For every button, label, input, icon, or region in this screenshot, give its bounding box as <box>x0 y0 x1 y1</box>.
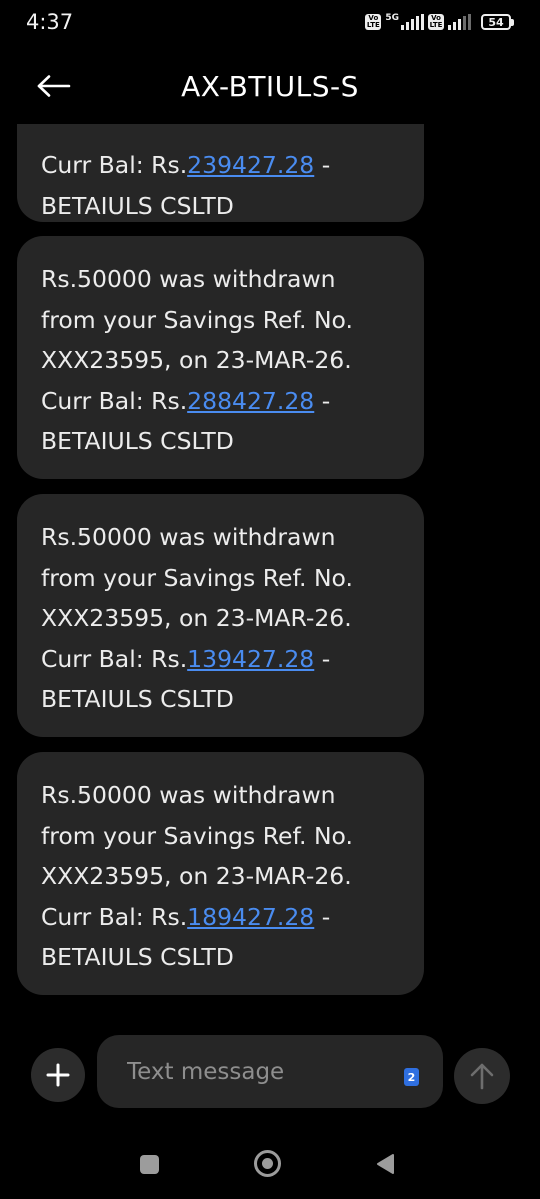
balance-link[interactable]: 139427.28 <box>187 645 314 673</box>
battery-level: 54 <box>481 14 511 30</box>
balance-line: Curr Bal: Rs.189427.28 - <box>41 902 331 931</box>
message-list[interactable]: Curr Bal: Rs.239427.28 - BETAIULS CSLTD … <box>0 124 540 1024</box>
message-line: from your Savings Ref. No. <box>41 305 353 334</box>
message-line: Rs.50000 was withdrawn <box>41 265 336 293</box>
message-bubble[interactable]: Curr Bal: Rs.239427.28 - BETAIULS CSLTD <box>17 124 424 222</box>
message-line: XXX23595, on 23-MAR-26. <box>41 346 352 374</box>
conversation-header: AX-BTIULS-S <box>0 50 540 124</box>
balance-link[interactable]: 288427.28 <box>187 387 314 415</box>
message-bubble[interactable]: Rs.50000 was withdrawn from your Savings… <box>17 752 424 995</box>
message-line: XXX23595, on 23-MAR-26. <box>41 604 352 632</box>
balance-line: Curr Bal: Rs.139427.28 - <box>41 644 331 673</box>
balance-line: Curr Bal: Rs.288427.28 - <box>41 386 331 415</box>
sender-line: BETAIULS CSLTD <box>41 943 234 971</box>
status-time: 4:37 <box>26 10 74 34</box>
balance-link[interactable]: 189427.28 <box>187 903 314 931</box>
message-line: from your Savings Ref. No. <box>41 821 353 850</box>
signal-strength-icon-sim2 <box>448 14 471 30</box>
message-line: Rs.50000 was withdrawn <box>41 523 336 551</box>
add-attachment-button[interactable] <box>31 1048 85 1102</box>
sim-selector-badge[interactable]: 2 <box>404 1068 419 1086</box>
circle-icon[interactable] <box>254 1150 281 1177</box>
conversation-title: AX-BTIULS-S <box>181 70 359 103</box>
message-input-container[interactable]: 2 <box>97 1035 443 1108</box>
plus-icon <box>46 1063 70 1087</box>
system-nav-bar <box>0 1130 540 1199</box>
message-bubble[interactable]: Rs.50000 was withdrawn from your Savings… <box>17 494 424 737</box>
balance-link[interactable]: 239427.28 <box>187 151 314 179</box>
arrow-up-icon <box>470 1063 494 1090</box>
battery-icon: 54 <box>481 14 514 30</box>
sender-line: BETAIULS CSLTD <box>41 191 234 220</box>
triangle-back-icon[interactable] <box>375 1153 395 1175</box>
message-bubble[interactable]: Rs.50000 was withdrawn from your Savings… <box>17 236 424 479</box>
volte-icon-sim2: Vo LTE <box>428 14 444 30</box>
volte-icon: Vo LTE <box>365 14 382 30</box>
message-line: from your Savings Ref. No. <box>41 563 353 592</box>
balance-line: Curr Bal: Rs.239427.28 - <box>41 151 331 179</box>
sender-line: BETAIULS CSLTD <box>41 685 234 713</box>
signal-strength-icon <box>401 14 424 30</box>
message-input[interactable] <box>127 1053 397 1091</box>
message-line: XXX23595, on 23-MAR-26. <box>41 862 352 890</box>
network-type-label: 5G <box>385 13 399 23</box>
square-icon[interactable] <box>140 1155 159 1174</box>
sender-line: BETAIULS CSLTD <box>41 427 234 455</box>
status-icons: Vo LTE 5G Vo LTE 54 <box>365 13 514 31</box>
send-button[interactable] <box>454 1048 510 1104</box>
status-bar: 4:37 Vo LTE 5G Vo LTE 54 <box>0 0 540 50</box>
message-line: Rs.50000 was withdrawn <box>41 781 336 809</box>
messaging-screen: 4:37 Vo LTE 5G Vo LTE 54 AX-BTIULS-S Cur… <box>0 0 540 1199</box>
